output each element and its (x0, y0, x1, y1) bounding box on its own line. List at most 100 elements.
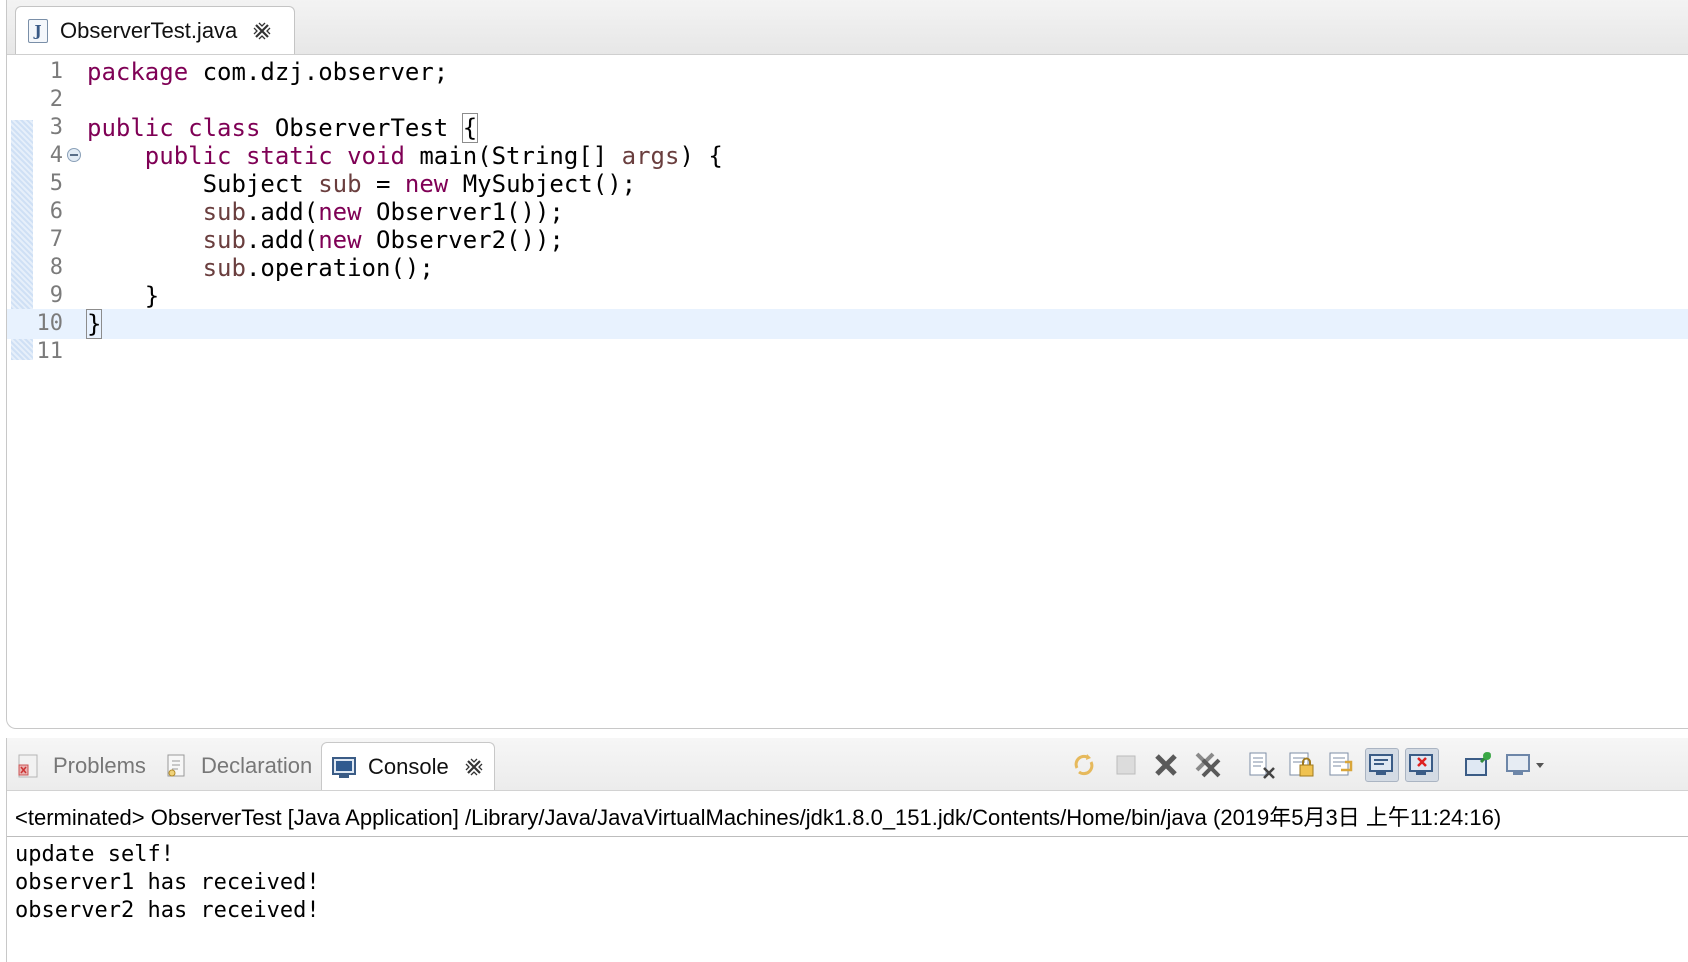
pin-console-icon[interactable] (1461, 748, 1495, 782)
close-icon[interactable] (463, 756, 485, 778)
code-text: } (85, 309, 103, 339)
line-number: 1 (49, 59, 63, 84)
line-number: 7 (49, 227, 63, 252)
code-text: public static void main(String[] args) { (87, 141, 723, 171)
code-token: .add( (245, 198, 319, 226)
pin-sync-icon[interactable] (1067, 748, 1101, 782)
code-token: com.dzj.observer; (188, 58, 449, 86)
tab-declaration-label: Declaration (201, 753, 313, 778)
console-output-line: observer2 has received! (15, 898, 320, 923)
show-on-stderr-icon[interactable] (1405, 748, 1439, 782)
java-file-icon: J (28, 18, 48, 43)
code-editor[interactable]: 1 package com.dzj.observer; 2 3 public class… (7, 54, 1688, 728)
close-icon[interactable] (251, 20, 273, 42)
code-keyword: static (245, 142, 333, 170)
code-variable: sub (318, 170, 362, 198)
bottom-view-pane: Problems Declaration Console <terminated… (6, 738, 1688, 962)
view-tab-bar: Problems Declaration Console (7, 738, 1688, 791)
code-keyword: package (87, 58, 189, 86)
clear-console-icon[interactable] (1245, 748, 1279, 782)
editor-tab-title: ObserverTest.java (60, 17, 238, 43)
code-token: = (361, 170, 405, 198)
code-variable: sub (202, 226, 246, 254)
code-text: sub.add(new Observer2()); (87, 225, 564, 255)
code-keyword: new (318, 226, 362, 254)
code-line[interactable]: 3 public class ObserverTest { (7, 113, 1688, 143)
code-keyword: new (404, 170, 449, 198)
line-number: 9 (49, 283, 63, 308)
console-divider (7, 836, 1688, 837)
console-output-line: observer1 has received! (15, 870, 320, 895)
terminate-icon[interactable] (1109, 748, 1143, 782)
code-line[interactable]: 1 package com.dzj.observer; (7, 57, 1688, 87)
remove-all-terminated-icon[interactable] (1191, 748, 1225, 782)
tab-problems-label: Problems (53, 753, 146, 778)
line-number: 10 (36, 311, 64, 336)
code-line[interactable]: 7 sub.add(new Observer2()); (7, 225, 1688, 255)
line-number: 4 (49, 143, 63, 168)
tab-console-label: Console (368, 753, 449, 779)
code-line[interactable]: 9 } (7, 281, 1688, 311)
word-wrap-icon[interactable] (1325, 748, 1359, 782)
code-token: ObserverTest (260, 114, 463, 142)
code-token: ) { (679, 142, 723, 170)
remove-launch-icon[interactable] (1149, 748, 1183, 782)
code-line[interactable]: 8 sub.operation(); (7, 253, 1688, 283)
tab-problems[interactable]: Problems (7, 742, 154, 790)
code-token: Subject (87, 170, 319, 198)
code-line[interactable]: 6 sub.add(new Observer1()); (7, 197, 1688, 227)
line-number: 8 (49, 255, 63, 280)
scroll-lock-icon[interactable] (1285, 748, 1319, 782)
code-token: { (461, 113, 479, 143)
code-text: sub.operation(); (87, 253, 434, 283)
code-line[interactable]: 5 Subject sub = new MySubject(); (7, 169, 1688, 199)
code-text: public class ObserverTest { (87, 113, 479, 143)
console-process-label: <terminated> ObserverTest [Java Applicat… (15, 805, 1502, 830)
show-on-stdout-icon[interactable] (1365, 748, 1399, 782)
collapse-fold-icon[interactable] (67, 148, 81, 162)
code-token: } (87, 282, 160, 310)
code-token: MySubject(); (448, 170, 637, 198)
code-keyword: public (87, 114, 174, 142)
line-number: 2 (49, 87, 63, 112)
code-variable: sub (202, 198, 246, 226)
console-output-line: update self! (15, 842, 174, 867)
code-keyword: public (144, 142, 232, 170)
code-keyword: new (318, 198, 362, 226)
tab-console[interactable]: Console (321, 742, 495, 790)
line-number: 11 (36, 339, 64, 364)
code-line[interactable]: 4 public static void main(String[] args)… (7, 141, 1688, 171)
code-text: } (87, 281, 159, 311)
tab-declaration[interactable]: Declaration (155, 742, 320, 790)
code-line[interactable]: 11 (7, 337, 1688, 367)
code-token: main(String[] (404, 142, 622, 170)
code-keyword: class (188, 114, 261, 142)
editor-tab-bar: J ObserverTest.java (7, 0, 1688, 55)
code-token: Observer2()); (361, 226, 564, 254)
code-token: .add( (245, 226, 319, 254)
code-variable: args (621, 142, 680, 170)
code-variable: sub (202, 254, 246, 282)
code-token: .operation(); (245, 254, 434, 282)
display-console-icon[interactable] (1503, 748, 1549, 782)
code-keyword: void (347, 142, 405, 170)
code-token: Observer1()); (361, 198, 564, 226)
editor-pane: J ObserverTest.java 1 package com.dzj.obs… (6, 0, 1688, 729)
code-text: Subject sub = new MySubject(); (87, 169, 637, 199)
code-line[interactable]: 10} (7, 309, 1688, 339)
declaration-icon (163, 752, 191, 780)
code-text: sub.add(new Observer1()); (87, 197, 564, 227)
problems-icon (15, 752, 43, 780)
code-text: package com.dzj.observer; (87, 57, 448, 87)
line-number: 5 (49, 171, 63, 196)
code-token: } (85, 309, 103, 339)
editor-tab-observertest[interactable]: J ObserverTest.java (15, 6, 295, 54)
code-line[interactable]: 2 (7, 85, 1688, 115)
